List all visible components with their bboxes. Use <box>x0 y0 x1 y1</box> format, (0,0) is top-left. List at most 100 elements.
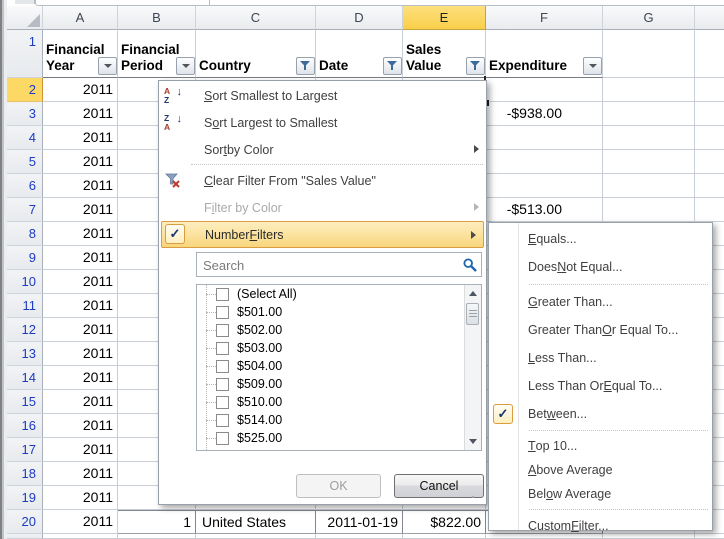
cell-H7[interactable] <box>695 198 724 222</box>
cell-G7[interactable] <box>603 198 695 222</box>
checkbox-icon[interactable] <box>216 324 229 337</box>
checkbox-icon[interactable] <box>216 342 229 355</box>
cell-B21[interactable] <box>118 534 196 539</box>
cell-A10[interactable]: 2011 <box>43 270 118 294</box>
submenu-item-below-average[interactable]: Below Average <box>489 482 712 506</box>
list-item-partial[interactable] <box>197 447 481 451</box>
cell-A14[interactable]: 2011 <box>43 366 118 390</box>
checkbox-icon[interactable] <box>216 378 229 391</box>
scrollbar-up-arrow-icon[interactable] <box>469 291 477 296</box>
cell-E20[interactable]: $822.00 <box>403 510 486 534</box>
cell-F7[interactable]: -$513.00 <box>486 198 603 222</box>
cell-E21[interactable] <box>403 534 486 539</box>
row-header-20[interactable]: 20 <box>7 510 43 534</box>
cell-A20[interactable]: 2011 <box>43 510 118 534</box>
cell-A8[interactable]: 2011 <box>43 222 118 246</box>
cell-A11[interactable]: 2011 <box>43 294 118 318</box>
row-header-5[interactable]: 5 <box>7 150 43 174</box>
row-header-17[interactable]: 17 <box>7 438 43 462</box>
list-item-select-all[interactable]: (Select All) <box>197 285 481 303</box>
checkbox-icon[interactable] <box>216 360 229 373</box>
cell-A15[interactable]: 2011 <box>43 390 118 414</box>
header-cell-a1[interactable]: FinancialYear <box>43 30 118 78</box>
row-header-10[interactable]: 10 <box>7 270 43 294</box>
row-header-3[interactable]: 3 <box>7 102 43 126</box>
list-item-525-00[interactable]: $525.00 <box>197 429 481 447</box>
cell-G1[interactable] <box>603 30 695 78</box>
header-cell-f1[interactable]: Expenditure <box>486 30 603 78</box>
cell-A12[interactable]: 2011 <box>43 318 118 342</box>
list-item-509-00[interactable]: $509.00 <box>197 375 481 393</box>
scrollbar-down-arrow-icon[interactable] <box>469 439 477 444</box>
cell-G4[interactable] <box>603 126 695 150</box>
filter-button-financial-year[interactable] <box>98 57 117 75</box>
checkbox-icon[interactable] <box>216 450 229 452</box>
header-cell-c1[interactable]: Country <box>196 30 316 78</box>
menu-item-sort-by-color[interactable]: Sort by Color <box>159 136 486 163</box>
row-header-13[interactable]: 13 <box>7 342 43 366</box>
cell-G6[interactable] <box>603 174 695 198</box>
filter-button-country[interactable] <box>296 57 315 75</box>
cell-H6[interactable] <box>695 174 724 198</box>
submenu-item-custom-filter[interactable]: Custom Filter... <box>489 513 712 539</box>
cell-A5[interactable]: 2011 <box>43 150 118 174</box>
filter-button-sales-value[interactable] <box>466 57 485 75</box>
cell-G2[interactable] <box>603 78 695 102</box>
cell-D21[interactable] <box>316 534 403 539</box>
list-item-510-00[interactable]: $510.00 <box>197 393 481 411</box>
cell-A7[interactable]: 2011 <box>43 198 118 222</box>
cell-partial1[interactable] <box>695 30 724 78</box>
cell-F5[interactable] <box>486 150 603 174</box>
row-header-14[interactable]: 14 <box>7 366 43 390</box>
cell-G3[interactable] <box>603 102 695 126</box>
cell-A9[interactable]: 2011 <box>43 246 118 270</box>
menu-item-sort-smallest-to-largest[interactable]: AZ↓Sort Smallest to Largest <box>159 82 486 109</box>
select-all-corner[interactable] <box>7 6 43 30</box>
column-header-f[interactable]: F <box>486 6 603 30</box>
submenu-item-above-average[interactable]: Above Average <box>489 458 712 482</box>
cell-A4[interactable]: 2011 <box>43 126 118 150</box>
checkbox-icon[interactable] <box>216 288 229 301</box>
column-header-g[interactable]: G <box>603 6 695 30</box>
submenu-item-less-than[interactable]: Less Than... <box>489 344 712 372</box>
checkbox-icon[interactable] <box>216 306 229 319</box>
column-header-a[interactable]: A <box>43 6 118 30</box>
cell-A19[interactable]: 2011 <box>43 486 118 510</box>
cell-B20[interactable]: 1 <box>118 510 196 534</box>
cell-A18[interactable]: 2011 <box>43 462 118 486</box>
column-header-b[interactable]: B <box>118 6 196 30</box>
list-item-502-00[interactable]: $502.00 <box>197 321 481 339</box>
menu-item-sort-largest-to-smallest[interactable]: ZA↓Sort Largest to Smallest <box>159 109 486 136</box>
list-item-514-00[interactable]: $514.00 <box>197 411 481 429</box>
list-item-504-00[interactable]: $504.00 <box>197 357 481 375</box>
filter-button-date[interactable] <box>383 57 402 75</box>
cell-A3[interactable]: 2011 <box>43 102 118 126</box>
cell-A16[interactable]: 2011 <box>43 414 118 438</box>
cell-A17[interactable]: 2011 <box>43 438 118 462</box>
submenu-item-greater-than-or-equal-to[interactable]: Greater Than Or Equal To... <box>489 316 712 344</box>
cell-F4[interactable] <box>486 126 603 150</box>
cell-A6[interactable]: 2011 <box>43 174 118 198</box>
resize-grip[interactable] <box>472 496 474 498</box>
filter-button-expenditure[interactable] <box>583 57 602 75</box>
row-header-19[interactable]: 19 <box>7 486 43 510</box>
cell-F6[interactable] <box>486 174 603 198</box>
submenu-item-less-than-or-equal-to[interactable]: Less Than Or Equal To... <box>489 372 712 400</box>
row-header-11[interactable]: 11 <box>7 294 43 318</box>
cancel-button[interactable]: Cancel <box>394 474 484 498</box>
row-header-16[interactable]: 16 <box>7 414 43 438</box>
column-header-e[interactable]: E <box>403 6 486 30</box>
row-header-6[interactable]: 6 <box>7 174 43 198</box>
cell-F2[interactable] <box>486 78 603 102</box>
row-header-9[interactable]: 9 <box>7 246 43 270</box>
row-header-2[interactable]: 2 <box>7 78 43 102</box>
header-cell-b1[interactable]: FinancialPeriod <box>118 30 196 78</box>
cell-H2[interactable] <box>695 78 724 102</box>
menu-item-clear-filter-from-sales-value[interactable]: Clear Filter From "Sales Value" <box>159 167 486 194</box>
cell-H3[interactable] <box>695 102 724 126</box>
cell-C20[interactable]: United States <box>196 510 316 534</box>
row-header-21[interactable] <box>7 534 43 539</box>
scrollbar-thumb[interactable] <box>466 303 479 325</box>
list-scrollbar[interactable] <box>464 285 481 450</box>
submenu-item-top-10[interactable]: Top 10... <box>489 434 712 458</box>
